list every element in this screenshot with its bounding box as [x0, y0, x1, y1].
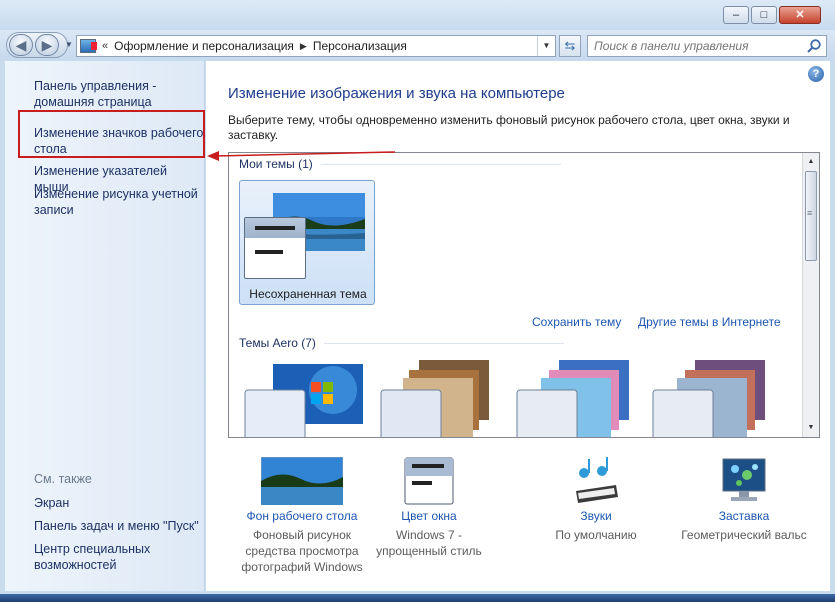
desktop-background-link[interactable]: Фон рабочего стола — [232, 509, 372, 523]
screensaver-icon — [722, 458, 766, 501]
window-preview-icon — [244, 217, 306, 279]
nav-buttons: ◀ ▶ — [6, 32, 68, 58]
breadcrumb-appearance[interactable]: Оформление и персонализация — [114, 39, 294, 53]
window-preview-header — [245, 218, 305, 238]
landscape-icon — [261, 457, 343, 505]
close-button[interactable]: ✕ — [779, 6, 821, 24]
title-bar: – □ ✕ — [0, 0, 835, 30]
desktop-background-value: Фоновый рисунок средства просмотра фотог… — [241, 528, 363, 574]
theme-characters[interactable] — [515, 360, 635, 438]
window-color-icon — [404, 457, 454, 505]
navigation-bar: ◀ ▶ ▼ « Оформление и персонализация ▶ Пе… — [0, 30, 835, 60]
refresh-icon: ⇆ — [564, 38, 576, 53]
group-divider — [323, 342, 564, 344]
aero-themes-label: Темы Aero (7) — [239, 336, 316, 350]
online-themes-link[interactable]: Другие темы в Интернете — [638, 315, 781, 329]
page-description: Выберите тему, чтобы одновременно измени… — [228, 113, 790, 142]
minimize-icon: – — [732, 9, 740, 21]
arrow-left-icon: ◀ — [15, 37, 27, 53]
minimize-button[interactable]: – — [723, 6, 749, 24]
scroll-thumb[interactable] — [805, 171, 817, 261]
help-icon[interactable]: ? — [808, 66, 824, 82]
theme-list-scrollbar[interactable]: ▲ ▼ — [802, 153, 819, 437]
scroll-down-icon[interactable]: ▼ — [804, 421, 818, 435]
theme-windows7[interactable] — [243, 360, 363, 438]
see-also-heading: См. также — [34, 472, 92, 486]
theme-landscapes[interactable] — [651, 360, 771, 438]
theme-unsaved[interactable]: Несохраненная тема — [239, 180, 375, 305]
address-overflow[interactable]: « — [102, 40, 108, 52]
control-panel-icon — [80, 39, 97, 53]
see-also-taskbar[interactable]: Панель задач и меню "Пуск" — [34, 518, 204, 534]
see-also-ease-of-access[interactable]: Центр специальных возможностей — [34, 541, 204, 573]
close-icon: ✕ — [795, 9, 805, 21]
address-dropdown-icon[interactable]: ▼ — [537, 36, 555, 56]
theme-unsaved-label: Несохраненная тема — [249, 287, 367, 301]
refresh-button[interactable]: ⇆ — [559, 35, 581, 57]
back-button[interactable]: ◀ — [9, 34, 33, 56]
scroll-up-icon[interactable]: ▲ — [804, 155, 818, 169]
preview-bar — [255, 226, 295, 230]
recent-pages-dropdown[interactable]: ▼ — [65, 40, 73, 49]
breadcrumb-separator-icon[interactable]: ▶ — [300, 41, 307, 52]
address-bar[interactable]: « Оформление и персонализация ▶ Персонал… — [76, 35, 556, 57]
window-color-item[interactable]: Цвет окна Windows 7 - упрощенный стиль — [359, 457, 499, 559]
window-buttons: – □ ✕ — [723, 6, 821, 24]
sounds-value: По умолчанию — [555, 528, 637, 542]
aero-themes-heading: Темы Aero (7) — [239, 336, 564, 350]
arrow-right-icon: ▶ — [41, 37, 53, 53]
sounds-item[interactable]: Звуки По умолчанию — [526, 457, 666, 543]
search-input[interactable] — [588, 36, 798, 56]
window-color-link[interactable]: Цвет окна — [359, 509, 499, 523]
main-panel: ? Изменение изображения и звука на компь… — [206, 61, 830, 591]
sounds-icon — [576, 457, 618, 503]
maximize-icon: □ — [760, 9, 768, 21]
taskbar — [0, 594, 835, 602]
page-title: Изменение изображения и звука на компьют… — [228, 85, 565, 102]
highlight-annotation-box — [18, 110, 205, 158]
sounds-link[interactable]: Звуки — [526, 509, 666, 523]
save-theme-link[interactable]: Сохранить тему — [532, 315, 621, 329]
forward-button[interactable]: ▶ — [35, 34, 59, 56]
maximize-button[interactable]: □ — [751, 6, 777, 24]
breadcrumb-personalization[interactable]: Персонализация — [313, 39, 407, 53]
search-icon[interactable] — [806, 38, 822, 54]
sidebar-link-account-picture[interactable]: Изменение рисунка учетной записи — [34, 186, 204, 218]
screensaver-value: Геометрический вальс — [681, 528, 807, 542]
desktop-background-item[interactable]: Фон рабочего стола Фоновый рисунок средс… — [232, 457, 372, 575]
screensaver-item[interactable]: Заставка Геометрический вальс — [674, 457, 814, 543]
see-also-display[interactable]: Экран — [34, 495, 204, 511]
sidebar-link-home[interactable]: Панель управления - домашняя страница — [34, 78, 204, 110]
window-color-value: Windows 7 - упрощенный стиль — [376, 528, 482, 558]
preview-bar — [255, 250, 283, 254]
annotation-arrow-icon — [207, 151, 396, 161]
screensaver-link[interactable]: Заставка — [674, 509, 814, 523]
theme-architecture[interactable] — [379, 360, 499, 438]
theme-list[interactable]: Мои темы (1) Несохраненная тема Сохранит… — [228, 152, 820, 438]
search-box[interactable] — [587, 35, 827, 57]
